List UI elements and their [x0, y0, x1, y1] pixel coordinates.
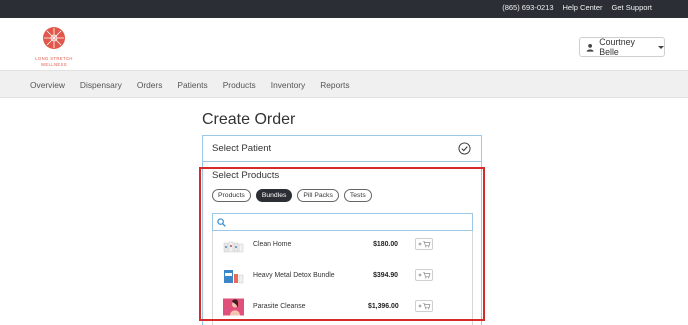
product-name: Parasite Cleanse [253, 303, 306, 310]
product-name: Heavy Metal Detox Bundle [253, 272, 335, 279]
sun-logo-icon [43, 27, 65, 49]
search-icon [217, 218, 226, 227]
select-products-panel: Select Products Products Bundles Pill Pa… [202, 162, 482, 325]
select-patient-label: Select Patient [212, 143, 272, 154]
page-title: Create Order [202, 111, 296, 128]
product-list: Clean Home $180.00 Heavy Metal Detox Bun… [212, 231, 473, 325]
get-support-link[interactable]: Get Support [612, 3, 652, 12]
select-patient-panel[interactable]: Select Patient [202, 135, 482, 162]
add-cart-icon [418, 272, 431, 279]
list-item: Parasite Cleanse $1,396.00 [213, 293, 472, 324]
nav-item-products[interactable]: Products [223, 80, 256, 90]
phone-number[interactable]: (865) 693-0213 [502, 3, 553, 12]
person-icon [586, 43, 594, 52]
add-to-cart-button[interactable] [415, 300, 433, 312]
check-circle-icon [458, 142, 471, 155]
logo[interactable]: LONG STRETCH WELLNESS [28, 26, 80, 70]
help-center-link[interactable]: Help Center [563, 3, 603, 12]
nav-item-reports[interactable]: Reports [320, 80, 349, 90]
nav-item-dispensary[interactable]: Dispensary [80, 80, 122, 90]
product-price: $1,396.00 [368, 303, 399, 310]
product-bottles-icon [223, 241, 244, 253]
nav-item-orders[interactable]: Orders [137, 80, 163, 90]
filter-pill-packs[interactable]: Pill Packs [297, 189, 339, 202]
logo-line-2: WELLNESS [40, 62, 67, 67]
filter-tests[interactable]: Tests [343, 189, 372, 202]
top-links: (865) 693-0213 Help Center Get Support [502, 3, 652, 12]
product-name: Clean Home [253, 241, 292, 248]
nav-item-patients[interactable]: Patients [177, 80, 207, 90]
nav-item-overview[interactable]: Overview [30, 80, 65, 90]
add-to-cart-button[interactable] [415, 269, 433, 281]
user-name: Courtney Belle [599, 37, 635, 57]
user-menu-button[interactable]: Courtney Belle [579, 37, 665, 57]
product-pink-icon [223, 298, 244, 316]
logo-line-1: LONG STRETCH [35, 56, 73, 61]
filter-bundles[interactable]: Bundles [255, 189, 293, 202]
add-cart-icon [418, 303, 431, 310]
top-bar: (865) 693-0213 Help Center Get Support [0, 0, 688, 18]
product-box-icon [224, 270, 244, 284]
list-item: Clean Home $180.00 [213, 231, 472, 262]
add-cart-icon [418, 241, 431, 248]
list-item: Heavy Metal Detox Bundle $394.90 [213, 262, 472, 293]
main-nav: Overview Dispensary Orders Patients Prod… [0, 70, 688, 98]
product-price: $394.90 [373, 272, 398, 279]
add-to-cart-button[interactable] [415, 238, 433, 250]
nav-item-inventory[interactable]: Inventory [271, 80, 305, 90]
select-products-label: Select Products [212, 170, 280, 181]
product-search [212, 213, 473, 231]
chevron-down-icon [658, 45, 664, 49]
header: LONG STRETCH WELLNESS Courtney Belle [0, 18, 688, 70]
filter-products[interactable]: Products [212, 189, 251, 202]
product-price: $180.00 [373, 241, 398, 248]
product-type-filters: Products Bundles Pill Packs Tests [212, 189, 372, 202]
search-input[interactable] [229, 216, 469, 229]
